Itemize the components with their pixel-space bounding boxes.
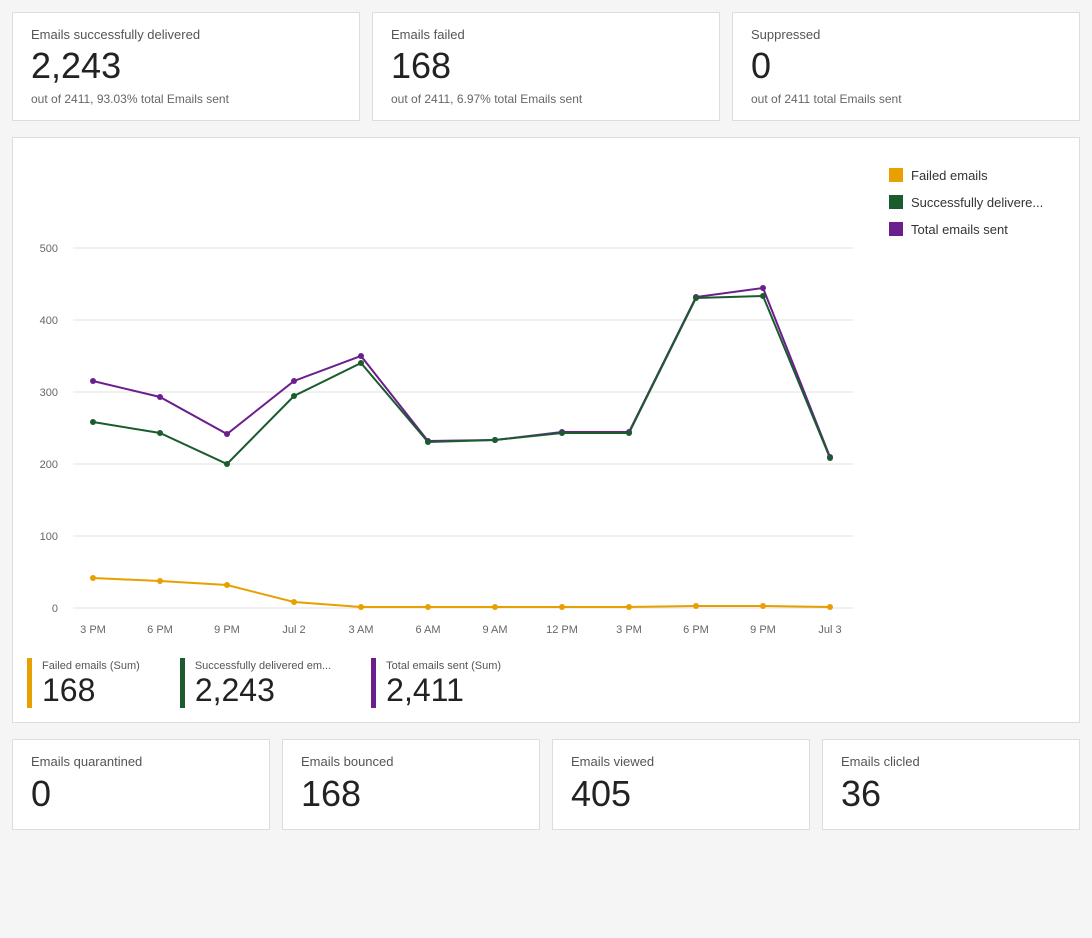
kpi-subtitle-delivered: out of 2411, 93.03% total Emails sent <box>31 92 341 106</box>
summary-label-total: Total emails sent (Sum) <box>386 660 501 672</box>
kpi-title-failed: Emails failed <box>391 27 701 42</box>
svg-text:300: 300 <box>40 387 58 399</box>
kpi-title-bounced: Emails bounced <box>301 754 521 769</box>
kpi-title-quarantined: Emails quarantined <box>31 754 251 769</box>
kpi-card-clicked: Emails clicled 36 <box>822 739 1080 830</box>
kpi-title-suppressed: Suppressed <box>751 27 1061 42</box>
svg-text:500: 500 <box>40 243 58 255</box>
summary-text-failed: Failed emails (Sum) 168 <box>42 660 140 706</box>
legend-label-delivered: Successfully delivere... <box>911 195 1043 210</box>
summary-bar-delivered <box>180 658 185 708</box>
summary-label-delivered: Successfully delivered em... <box>195 660 331 672</box>
kpi-row-top: Emails successfully delivered 2,243 out … <box>12 12 1080 121</box>
kpi-card-delivered: Emails successfully delivered 2,243 out … <box>12 12 360 121</box>
svg-text:3 PM: 3 PM <box>616 624 642 636</box>
dashboard-page: Emails successfully delivered 2,243 out … <box>0 0 1092 842</box>
kpi-card-failed: Emails failed 168 out of 2411, 6.97% tot… <box>372 12 720 121</box>
summary-value-delivered: 2,243 <box>195 674 331 706</box>
svg-text:3 PM: 3 PM <box>80 624 106 636</box>
kpi-value-quarantined: 0 <box>31 773 251 815</box>
chart-container: .grid-line { stroke: #e0e0e0; stroke-wid… <box>13 148 1079 648</box>
summary-delivered: Successfully delivered em... 2,243 <box>180 658 331 708</box>
chart-area: .grid-line { stroke: #e0e0e0; stroke-wid… <box>13 148 879 648</box>
svg-text:6 PM: 6 PM <box>147 624 173 636</box>
legend-failed: Failed emails <box>889 168 1069 183</box>
kpi-value-clicked: 36 <box>841 773 1061 815</box>
legend-label-total: Total emails sent <box>911 222 1008 237</box>
summary-value-failed: 168 <box>42 674 140 706</box>
svg-text:6 AM: 6 AM <box>415 624 440 636</box>
failed-line <box>93 578 830 607</box>
total-emails-line <box>93 288 830 457</box>
kpi-card-quarantined: Emails quarantined 0 <box>12 739 270 830</box>
summary-bar-total <box>371 658 376 708</box>
svg-text:200: 200 <box>40 459 58 471</box>
kpi-card-suppressed: Suppressed 0 out of 2411 total Emails se… <box>732 12 1080 121</box>
legend-color-total <box>889 222 903 236</box>
legend-color-delivered <box>889 195 903 209</box>
line-chart: .grid-line { stroke: #e0e0e0; stroke-wid… <box>13 148 873 648</box>
kpi-card-viewed: Emails viewed 405 <box>552 739 810 830</box>
svg-text:9 AM: 9 AM <box>482 624 507 636</box>
kpi-title-delivered: Emails successfully delivered <box>31 27 341 42</box>
summary-label-failed: Failed emails (Sum) <box>42 660 140 672</box>
summary-value-total: 2,411 <box>386 674 501 706</box>
svg-text:6 PM: 6 PM <box>683 624 709 636</box>
kpi-value-suppressed: 0 <box>751 46 1061 86</box>
svg-text:9 PM: 9 PM <box>214 624 240 636</box>
summary-text-total: Total emails sent (Sum) 2,411 <box>386 660 501 706</box>
legend-delivered: Successfully delivere... <box>889 195 1069 210</box>
svg-text:400: 400 <box>40 315 58 327</box>
kpi-card-bounced: Emails bounced 168 <box>282 739 540 830</box>
kpi-subtitle-failed: out of 2411, 6.97% total Emails sent <box>391 92 701 106</box>
kpi-value-viewed: 405 <box>571 773 791 815</box>
kpi-value-bounced: 168 <box>301 773 521 815</box>
chart-summary: Failed emails (Sum) 168 Successfully del… <box>13 648 1079 722</box>
legend-color-failed <box>889 168 903 182</box>
summary-bar-failed <box>27 658 32 708</box>
delivered-line <box>93 296 830 464</box>
kpi-title-clicked: Emails clicled <box>841 754 1061 769</box>
svg-text:12 PM: 12 PM <box>546 624 578 636</box>
summary-text-delivered: Successfully delivered em... 2,243 <box>195 660 331 706</box>
svg-text:9 PM: 9 PM <box>750 624 776 636</box>
chart-legend: Failed emails Successfully delivere... T… <box>879 148 1079 257</box>
kpi-title-viewed: Emails viewed <box>571 754 791 769</box>
legend-total: Total emails sent <box>889 222 1069 237</box>
kpi-subtitle-suppressed: out of 2411 total Emails sent <box>751 92 1061 106</box>
svg-text:0: 0 <box>52 603 58 615</box>
kpi-value-failed: 168 <box>391 46 701 86</box>
svg-text:Jul 3: Jul 3 <box>818 624 841 636</box>
svg-text:3 AM: 3 AM <box>348 624 373 636</box>
summary-total: Total emails sent (Sum) 2,411 <box>371 658 501 708</box>
kpi-value-delivered: 2,243 <box>31 46 341 86</box>
summary-failed: Failed emails (Sum) 168 <box>27 658 140 708</box>
svg-text:Jul 2: Jul 2 <box>282 624 305 636</box>
kpi-row-bottom: Emails quarantined 0 Emails bounced 168 … <box>12 739 1080 830</box>
legend-label-failed: Failed emails <box>911 168 988 183</box>
svg-text:100: 100 <box>40 531 58 543</box>
chart-section: .grid-line { stroke: #e0e0e0; stroke-wid… <box>12 137 1080 723</box>
